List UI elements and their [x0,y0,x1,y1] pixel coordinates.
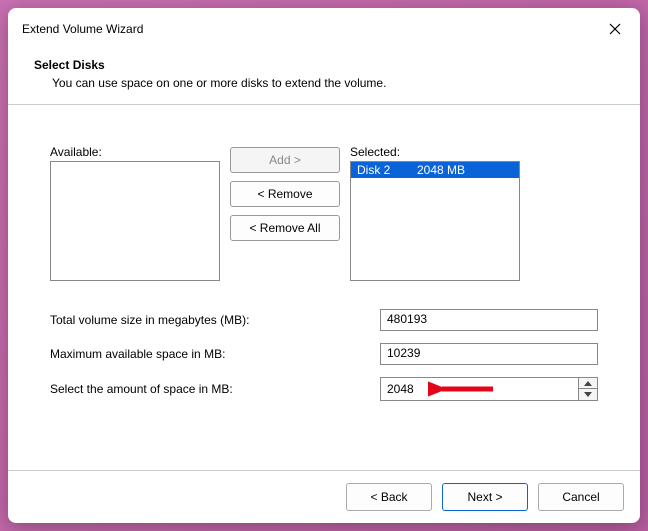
available-listbox[interactable] [50,161,220,281]
page-subtitle: You can use space on one or more disks t… [34,76,614,90]
space-input[interactable] [380,377,578,401]
remove-all-button[interactable]: < Remove All [230,215,340,241]
selected-label: Selected: [350,145,520,159]
total-size-label: Total volume size in megabytes (MB): [50,313,380,327]
titlebar: Extend Volume Wizard [8,8,640,48]
space-spinner [380,377,598,401]
available-label: Available: [50,145,220,159]
page-title: Select Disks [34,58,614,72]
close-button[interactable] [604,18,626,40]
cancel-button[interactable]: Cancel [538,483,624,511]
select-space-row: Select the amount of space in MB: [50,377,598,401]
selected-column: Selected: Disk 2 2048 MB [350,145,520,281]
spinner-buttons [578,377,598,401]
spinner-up[interactable] [579,378,597,389]
wizard-footer: < Back Next > Cancel [8,470,640,523]
back-button[interactable]: < Back [346,483,432,511]
close-icon [609,23,621,35]
next-button[interactable]: Next > [442,483,528,511]
chevron-down-icon [584,392,592,397]
max-space-label: Maximum available space in MB: [50,347,380,361]
available-column: Available: [50,145,220,281]
max-space-value: 10239 [380,343,598,365]
disk-lists-row: Available: Add > < Remove < Remove All S… [50,145,598,281]
transfer-buttons: Add > < Remove < Remove All [230,145,340,281]
selected-listbox[interactable]: Disk 2 2048 MB [350,161,520,281]
total-size-value: 480193 [380,309,598,331]
wizard-window: Extend Volume Wizard Select Disks You ca… [8,8,640,523]
window-title: Extend Volume Wizard [22,22,143,36]
disk-name: Disk 2 [357,163,417,177]
add-button[interactable]: Add > [230,147,340,173]
list-item[interactable]: Disk 2 2048 MB [351,162,519,178]
select-space-label: Select the amount of space in MB: [50,382,380,396]
disk-size: 2048 MB [417,163,465,177]
chevron-up-icon [584,381,592,386]
wizard-header: Select Disks You can use space on one or… [8,48,640,105]
wizard-body: Available: Add > < Remove < Remove All S… [8,105,640,470]
max-space-row: Maximum available space in MB: 10239 [50,343,598,365]
spinner-down[interactable] [579,389,597,400]
total-size-row: Total volume size in megabytes (MB): 480… [50,309,598,331]
remove-button[interactable]: < Remove [230,181,340,207]
